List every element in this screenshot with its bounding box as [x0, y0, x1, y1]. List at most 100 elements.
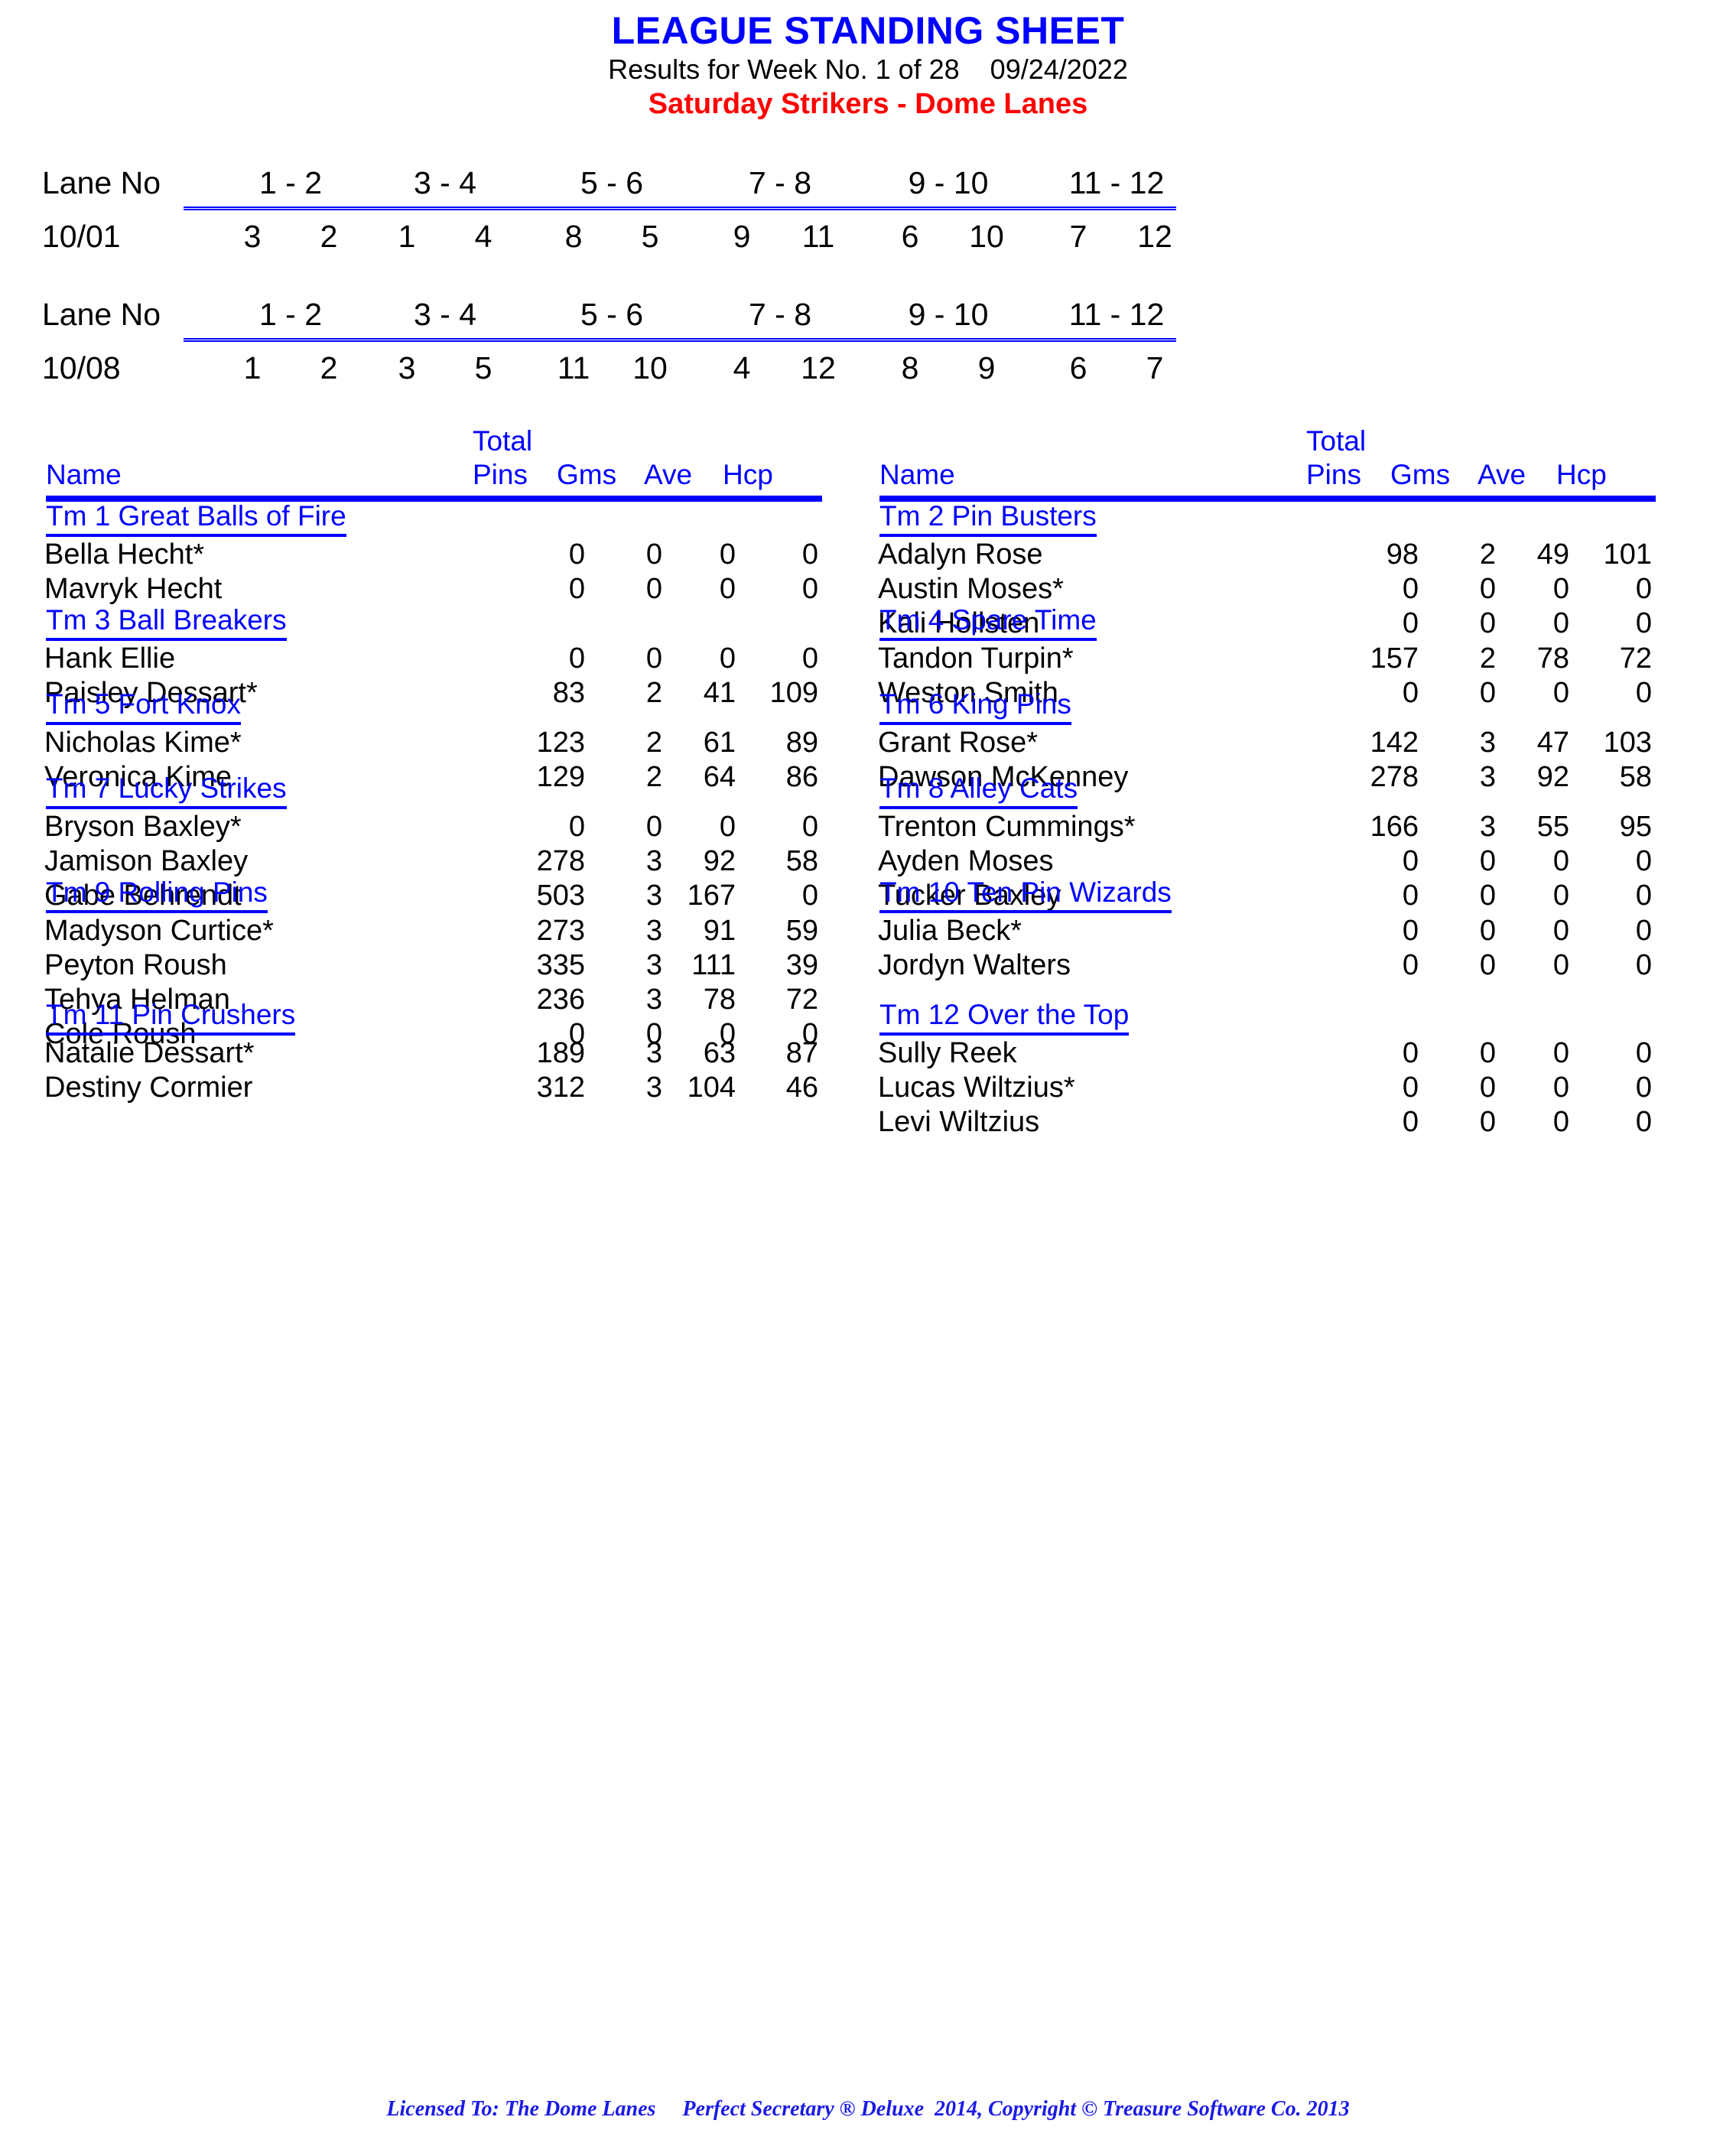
lane-team-number: 11: [801, 219, 835, 254]
team-block: Tm 11 Pin Crushers Natalie Dessart* 189 3 63…: [0, 997, 822, 1106]
lane-team-number: 9: [733, 219, 751, 254]
player-handicap: 0: [1635, 845, 1652, 877]
player-row: Trenton Cummings* 166 3 55 95: [834, 811, 1656, 845]
player-row: Jordyn Walters 0 0 0 0: [834, 949, 1656, 984]
team-name-row: Tm 5 Fort Knox: [0, 687, 822, 727]
player-handicap: 0: [1635, 1037, 1652, 1069]
standings-column-right: Total Name Pins Gms Ave Hcp Tm 2 Pin Bus…: [834, 425, 1656, 1138]
standings-column-left: Total Name Pins Gms Ave Hcp Tm 1 Great B…: [0, 425, 822, 1104]
team-name-link[interactable]: Tm 12 Over the Top: [879, 997, 1130, 1036]
team-name-link[interactable]: Tm 9 Rolling Pins: [46, 875, 268, 913]
lane-pair-label: 5 - 6: [580, 297, 644, 332]
header-total-label: Total: [1306, 425, 1367, 457]
player-row: Bryson Baxley* 0 0 0 0: [0, 811, 822, 845]
lane-team-number: 12: [801, 350, 836, 385]
team-name-row: Tm 6 King Pins: [834, 687, 1656, 727]
team-name-row: Tm 7 Lucky Strikes: [0, 771, 822, 811]
team-name-link[interactable]: Tm 4 Spare Time: [879, 603, 1097, 641]
lane-pair-label: 1 - 2: [258, 297, 323, 332]
team-name-row: Tm 2 Pin Busters: [834, 499, 1656, 538]
page-title: LEAGUE STANDING SHEET: [611, 9, 1125, 52]
lane-pair-label: 7 - 8: [748, 297, 812, 332]
header-gms-label: Gms: [557, 459, 617, 490]
lane-team-number: 5: [474, 350, 493, 385]
header-hcp-label: Hcp: [1556, 459, 1607, 490]
lane-assignment-row: 10/01 3 2 1 4 8 5 9 11 6 10 7 12: [0, 219, 1736, 257]
header-ave-label: Ave: [1478, 459, 1526, 490]
player-handicap: 95: [1619, 811, 1652, 843]
team-name-link[interactable]: Tm 2 Pin Busters: [879, 499, 1097, 537]
player-row: Sully Reek 0 0 0 0: [834, 1037, 1656, 1072]
player-handicap: 103: [1603, 727, 1652, 759]
lane-team-number: 8: [901, 350, 919, 385]
player-handicap: 0: [801, 573, 818, 605]
team-name-link[interactable]: Tm 3 Ball Breakers: [46, 603, 287, 641]
team-name-row: Tm 3 Ball Breakers: [0, 603, 822, 642]
lane-assignment-row: 10/08 1 2 3 5 11 10 4 12 8 9 6 7: [0, 350, 1736, 389]
player-name: Ayden Moses: [878, 845, 1054, 877]
header-name-label: Name: [46, 459, 122, 490]
lane-pair-label: 11 - 12: [1068, 165, 1165, 200]
player-handicap: 46: [785, 1072, 818, 1104]
player-name: Madyson Curtice*: [44, 915, 274, 947]
player-row: Julia Beck* 0 0 0 0: [834, 915, 1656, 949]
lane-team-number: 8: [564, 219, 583, 254]
player-handicap: 59: [785, 915, 818, 947]
player-name: Tandon Turpin*: [878, 642, 1074, 675]
lane-no-label: Lane No: [42, 297, 161, 332]
player-handicap: 72: [1619, 642, 1652, 675]
team-name-link[interactable]: Tm 6 King Pins: [879, 687, 1071, 725]
player-handicap: 58: [785, 845, 818, 877]
player-handicap: 0: [801, 642, 818, 675]
player-name: Nicholas Kime*: [44, 727, 242, 759]
player-name: Austin Moses*: [878, 573, 1064, 605]
player-handicap: 87: [785, 1037, 818, 1069]
lane-pair-label: 11 - 12: [1068, 297, 1165, 332]
player-handicap: 0: [1635, 1106, 1652, 1138]
lane-team-number: 11: [557, 350, 590, 385]
lane-divider-rule: [184, 337, 1176, 343]
team-name-row: Tm 1 Great Balls of Fire: [0, 499, 822, 538]
team-name-link[interactable]: Tm 5 Fort Knox: [46, 687, 241, 725]
lane-pair-label: 9 - 10: [908, 297, 989, 332]
team-name-row: Tm 12 Over the Top: [834, 997, 1656, 1037]
player-name: Mavryk Hecht: [44, 573, 223, 605]
player-handicap: 101: [1603, 538, 1652, 571]
player-name: Jordyn Walters: [878, 949, 1071, 981]
lane-team-number: 2: [320, 219, 338, 254]
player-row: Destiny Cormier 312 3 104 46: [0, 1072, 822, 1106]
team-name-link[interactable]: Tm 1 Great Balls of Fire: [46, 499, 346, 537]
lane-team-number: 4: [474, 219, 493, 254]
team-name-link[interactable]: Tm 11 Pin Crushers: [46, 997, 296, 1036]
team-name-link[interactable]: Tm 7 Lucky Strikes: [46, 771, 287, 809]
player-row: Natalie Dessart* 189 3 63 87: [0, 1037, 822, 1072]
team-name-row: Tm 10 Ten Pin Wizards: [834, 875, 1656, 915]
results-subtitle: Results for Week No. 1 of 28 09/24/2022: [608, 54, 1128, 85]
lane-schedule-block: Lane No 1 - 2 3 - 4 5 - 6 7 - 8 9 - 10 11 - 12…: [0, 297, 1736, 389]
player-name: Natalie Dessart*: [44, 1037, 255, 1069]
team-name-link[interactable]: Tm 10 Ten Pin Wizards: [879, 875, 1172, 913]
lane-pair-label: 1 - 2: [258, 165, 323, 200]
player-name: Julia Beck*: [878, 915, 1022, 947]
player-row: Madyson Curtice* 273 3 91 59: [0, 915, 822, 949]
header-hcp-label: Hcp: [723, 459, 773, 490]
lane-date: 10/01: [42, 219, 121, 254]
lane-pair-label: 3 - 4: [413, 297, 477, 332]
lane-team-number: 1: [243, 350, 262, 385]
player-handicap: 0: [1635, 1072, 1652, 1104]
header-name-label: Name: [879, 459, 955, 490]
team-name-link[interactable]: Tm 8 Alley Cats: [879, 771, 1078, 809]
lane-team-number: 1: [398, 219, 416, 254]
player-name: Bella Hecht*: [44, 538, 205, 571]
lane-team-number: 10: [969, 219, 1004, 254]
lane-date: 10/08: [42, 350, 121, 385]
league-name: Saturday Strikers - Dome Lanes: [648, 88, 1088, 121]
lane-team-number: 9: [977, 350, 996, 385]
player-handicap: 0: [1635, 573, 1652, 605]
player-row: Peyton Roush 335 3 111 39: [0, 949, 822, 984]
team-name-row: Tm 9 Rolling Pins: [0, 875, 822, 915]
lane-no-label: Lane No: [42, 165, 161, 200]
player-handicap: 0: [801, 811, 818, 843]
header-ave-label: Ave: [644, 459, 693, 490]
column-header-left: Total Name Pins Gms Ave Hcp: [0, 425, 822, 502]
